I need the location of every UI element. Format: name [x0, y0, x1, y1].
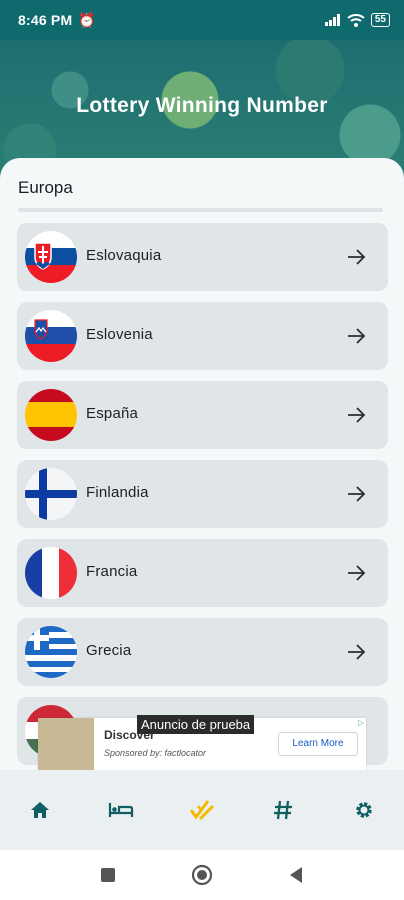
- bed-icon: [109, 803, 134, 817]
- gear-icon: [355, 802, 372, 818]
- signal-icon: [324, 14, 340, 26]
- home-icon: [31, 802, 50, 818]
- france-flag-icon: [25, 547, 77, 599]
- status-time: 8:46 PM: [18, 12, 73, 28]
- arrow-right-icon: [348, 249, 366, 265]
- country-card-grecia[interactable]: Grecia: [17, 618, 388, 686]
- nav-bed[interactable]: [101, 790, 141, 830]
- nav-home[interactable]: [20, 790, 60, 830]
- arrow-right-icon: [348, 328, 366, 344]
- greece-flag-icon: [25, 626, 77, 678]
- bottom-nav: [0, 770, 404, 850]
- country-card-eslovaquia[interactable]: Eslovaquia: [17, 223, 388, 291]
- ad-learn-more-button[interactable]: Learn More: [278, 732, 358, 756]
- alarm-icon: ⏰: [78, 11, 96, 28]
- country-card-espana[interactable]: España: [17, 381, 388, 449]
- arrow-right-icon: [348, 644, 366, 660]
- country-card-finlandia[interactable]: Finlandia: [17, 460, 388, 528]
- arrow-right-icon: [348, 407, 366, 423]
- wifi-icon: [347, 13, 365, 27]
- ad-banner[interactable]: Discover Sponsored by: factlocator Learn…: [38, 715, 366, 770]
- slovenia-flag-icon: [25, 310, 77, 362]
- slovakia-flag-icon: [25, 231, 77, 283]
- status-bar: 8:46 PM ⏰ 55: [0, 0, 404, 40]
- country-card-francia[interactable]: Francia: [17, 539, 388, 607]
- nav-numbers[interactable]: [263, 790, 303, 830]
- hash-icon: [273, 800, 292, 820]
- circle-icon: [191, 864, 213, 886]
- app-title: Lottery Winning Number: [76, 94, 328, 117]
- status-icons: 55: [324, 13, 390, 27]
- ticket-check-icon: [189, 800, 215, 821]
- back-button[interactable]: [282, 861, 310, 889]
- ad-sponsor: Sponsored by: factlocator: [104, 748, 207, 758]
- ad-test-label: Anuncio de prueba: [137, 715, 255, 734]
- recents-button[interactable]: [94, 861, 122, 889]
- finland-flag-icon: [25, 468, 77, 520]
- ad-image: [38, 718, 94, 770]
- arrow-right-icon: [348, 565, 366, 581]
- section-divider: [18, 208, 383, 212]
- country-name: Francia: [86, 563, 138, 580]
- ad-choices-icon[interactable]: ▷: [356, 718, 366, 728]
- square-icon: [101, 868, 115, 882]
- country-name: Finlandia: [86, 484, 149, 501]
- nav-settings[interactable]: [344, 790, 384, 830]
- section-title: Europa: [18, 178, 73, 197]
- nav-results[interactable]: [182, 790, 222, 830]
- arrow-right-icon: [348, 486, 366, 502]
- home-button[interactable]: [188, 861, 216, 889]
- system-nav-bar: [0, 850, 404, 900]
- country-name: Eslovaquia: [86, 247, 162, 264]
- spain-flag-icon: [25, 389, 77, 441]
- country-name: Eslovenia: [86, 326, 153, 343]
- country-panel: Europa Eslovaquia Eslovenia España Finla…: [0, 158, 404, 770]
- country-name: España: [86, 405, 139, 422]
- battery-icon: 55: [370, 13, 390, 27]
- country-card-eslovenia[interactable]: Eslovenia: [17, 302, 388, 370]
- country-name: Grecia: [86, 642, 132, 659]
- triangle-back-icon: [290, 867, 302, 883]
